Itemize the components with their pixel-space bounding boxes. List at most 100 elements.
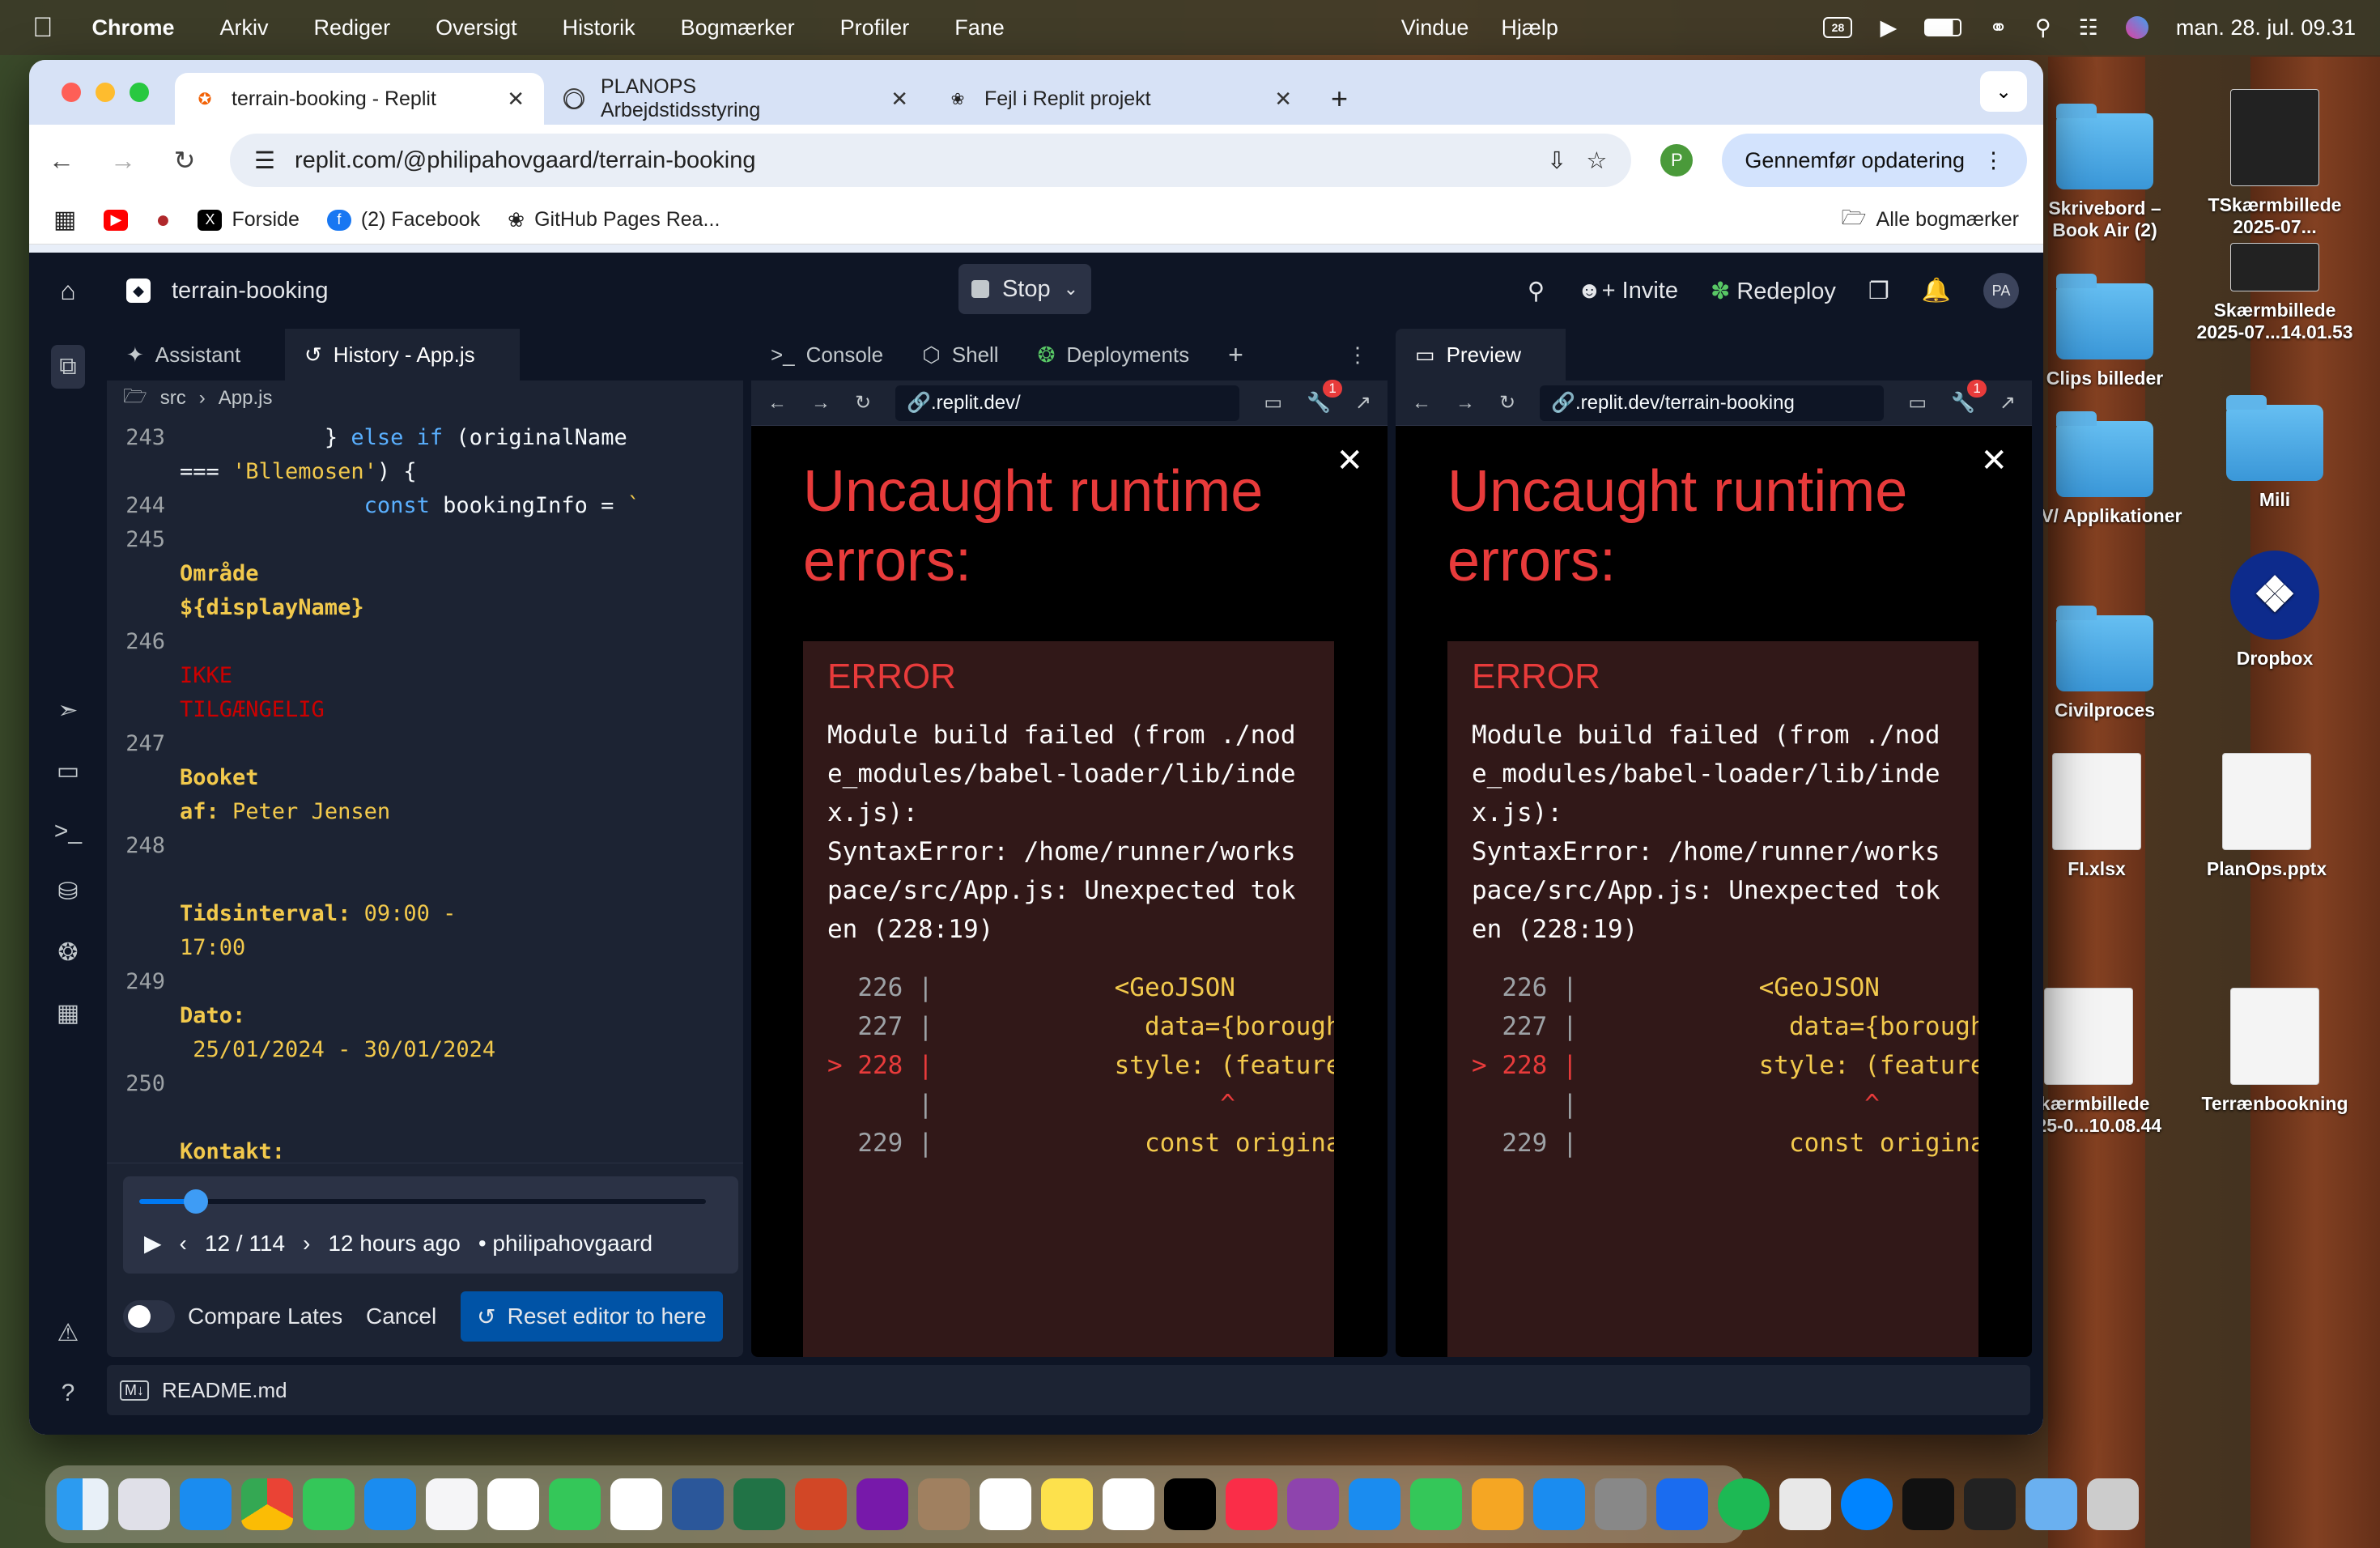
desktop-file[interactable]: Terrænbookning xyxy=(2194,988,2356,1115)
zoom-window-button[interactable] xyxy=(130,83,149,102)
siri-icon[interactable] xyxy=(2125,16,2148,39)
minimize-window-button[interactable] xyxy=(96,83,115,102)
control-center-icon[interactable]: ☷ xyxy=(2079,15,2098,40)
close-window-button[interactable] xyxy=(62,83,81,102)
menu-item[interactable]: Vindue xyxy=(1401,15,1469,40)
device-icon[interactable]: ▭ xyxy=(1264,391,1282,415)
preview-url-input[interactable]: 🔗 .replit.dev/terrain-booking xyxy=(1540,385,1885,421)
menu-item[interactable]: Bogmærker xyxy=(681,15,795,40)
close-tab-icon[interactable]: ✕ xyxy=(507,87,525,112)
devtools-wrench-icon[interactable]: 🔧 1 xyxy=(1307,380,1342,415)
calendar-icon[interactable] xyxy=(1103,1478,1154,1530)
database-icon[interactable]: ⛁ xyxy=(57,878,78,906)
tab-search-chevron-icon[interactable]: ⌄ xyxy=(1980,71,2027,112)
mail-icon[interactable] xyxy=(364,1478,416,1530)
desktop-file[interactable]: PlanOps.pptx xyxy=(2186,753,2348,880)
facetime-icon[interactable] xyxy=(549,1478,601,1530)
app-icon[interactable] xyxy=(1964,1478,2016,1530)
back-arrow-icon[interactable]: ← xyxy=(1412,392,1431,415)
tab-console[interactable]: >_ Console xyxy=(751,329,903,381)
preview-monitor-icon[interactable]: ▭ xyxy=(57,757,79,785)
new-tab-plus-icon[interactable]: + xyxy=(1209,329,1263,381)
all-tools-grid-icon[interactable]: ▦ xyxy=(57,999,79,1027)
podcasts-icon[interactable] xyxy=(1287,1478,1339,1530)
tab-shell[interactable]: ⬡ Shell xyxy=(903,329,1018,381)
tab-preview[interactable]: ▭ Preview xyxy=(1396,329,1566,381)
desktop-app[interactable]: ❖ Dropbox xyxy=(2194,551,2356,670)
apps-grid-icon[interactable]: ▦ xyxy=(53,206,76,234)
readme-file[interactable]: README.md xyxy=(162,1378,287,1403)
alerts-icon[interactable]: ⚠ xyxy=(57,1319,79,1347)
photos-icon[interactable] xyxy=(487,1478,539,1530)
tab-planops[interactable]: ◯ PLANOPS Arbejdstidsstyring ✕ xyxy=(544,73,928,125)
tab-terrain-booking[interactable]: ✪ terrain-booking - Replit ✕ xyxy=(175,73,544,125)
apple-menu-icon[interactable]:  xyxy=(32,12,53,44)
more-options-icon[interactable]: ⋮ xyxy=(1328,329,1388,381)
reload-icon[interactable]: ↻ xyxy=(855,391,871,415)
back-arrow-icon[interactable]: ← xyxy=(45,146,78,176)
invite-button[interactable]: ☻+ Invite xyxy=(1577,278,1678,304)
word-icon[interactable] xyxy=(672,1478,724,1530)
menu-app-name[interactable]: Chrome xyxy=(92,15,175,40)
spotify-icon[interactable] xyxy=(1718,1478,1770,1530)
calendar-icon[interactable]: 28 xyxy=(1823,17,1853,38)
desktop-file[interactable]: Skærmbillede 2025-07...14.01.53 xyxy=(2194,243,2356,343)
numbers-icon[interactable] xyxy=(1410,1478,1462,1530)
files-icon[interactable]: ⧉ xyxy=(51,345,85,389)
pinterest-icon[interactable]: ● xyxy=(155,206,170,234)
search-icon[interactable]: ⚲ xyxy=(1528,277,1545,305)
bookmark-forside[interactable]: X Forside xyxy=(198,208,300,232)
desktop-folder[interactable]: CV/ Applikationer xyxy=(2024,411,2186,527)
menu-item[interactable]: Arkiv xyxy=(220,15,269,40)
close-overlay-icon[interactable]: ✕ xyxy=(1980,442,2008,479)
bookmark-facebook[interactable]: f (2) Facebook xyxy=(326,208,480,232)
site-info-icon[interactable]: ☰ xyxy=(254,147,275,175)
music-icon[interactable] xyxy=(1226,1478,1277,1530)
address-bar[interactable]: ☰ replit.com/@philipahovgaard/terrain-bo… xyxy=(230,134,1632,187)
menu-item[interactable]: Oversigt xyxy=(436,15,517,40)
app-store-icon[interactable] xyxy=(1533,1478,1585,1530)
calendar-icon[interactable] xyxy=(610,1478,662,1530)
forward-arrow-icon[interactable]: → xyxy=(107,146,139,176)
system-settings-icon[interactable] xyxy=(1595,1478,1647,1530)
apple-tv-icon[interactable] xyxy=(1164,1478,1216,1530)
menu-item[interactable]: Historik xyxy=(563,15,635,40)
new-tab-button[interactable]: + xyxy=(1311,73,1367,125)
install-app-icon[interactable]: ⇩ xyxy=(1547,147,1566,175)
reload-icon[interactable]: ↻ xyxy=(1499,391,1515,415)
bluetooth-icon[interactable] xyxy=(1656,1478,1708,1530)
desktop-file[interactable]: TSkærmbillede 2025-07... xyxy=(2194,89,2356,238)
menubar-clock[interactable]: man. 28. jul. 09.31 xyxy=(2176,15,2356,40)
open-external-icon[interactable]: ↗ xyxy=(1355,391,1371,415)
bookmark-github-pages[interactable]: ❀ GitHub Pages Rea... xyxy=(508,208,720,232)
play-icon[interactable]: ▶ xyxy=(144,1230,162,1257)
tab-history-app-js[interactable]: ↺ History - App.js xyxy=(285,329,520,381)
stop-button[interactable]: Stop ⌄ xyxy=(958,264,1091,314)
project-name[interactable]: terrain-booking xyxy=(172,278,328,304)
close-tab-icon[interactable]: ✕ xyxy=(890,87,908,112)
bookmark-star-icon[interactable]: ☆ xyxy=(1586,147,1607,175)
close-tab-icon[interactable]: ✕ xyxy=(1274,87,1292,112)
search-icon[interactable]: ⚲ xyxy=(2035,15,2051,40)
reload-icon[interactable]: ↻ xyxy=(168,145,201,176)
compare-toggle[interactable] xyxy=(123,1300,175,1333)
microsoft-app-icon[interactable] xyxy=(1779,1478,1831,1530)
menu-item[interactable]: Hjælp xyxy=(1501,15,1558,40)
onenote-icon[interactable] xyxy=(856,1478,908,1530)
terminal-icon[interactable]: >_ xyxy=(54,818,82,845)
desktop-folder[interactable]: Skrivebord – Book Air (2) xyxy=(2024,104,2186,241)
close-overlay-icon[interactable]: ✕ xyxy=(1336,442,1363,479)
messages-icon[interactable] xyxy=(303,1478,355,1530)
next-chevron-icon[interactable]: › xyxy=(303,1231,310,1257)
cancel-button[interactable]: Cancel xyxy=(355,1303,448,1329)
open-external-icon[interactable]: ↗ xyxy=(2000,391,2016,415)
contacts-icon[interactable] xyxy=(918,1478,970,1530)
user-avatar[interactable]: PA xyxy=(1983,273,2019,308)
screen-mirroring-icon[interactable]: ⚭ xyxy=(1989,15,2008,40)
reminders-icon[interactable] xyxy=(980,1478,1031,1530)
finder-icon[interactable] xyxy=(57,1478,108,1530)
desktop-folder[interactable]: Mili xyxy=(2194,395,2356,511)
webview-url-input[interactable]: 🔗 .replit.dev/ xyxy=(895,385,1240,421)
redeploy-button[interactable]: ✽ Redeploy xyxy=(1711,277,1836,305)
chrome-icon[interactable] xyxy=(241,1478,293,1530)
